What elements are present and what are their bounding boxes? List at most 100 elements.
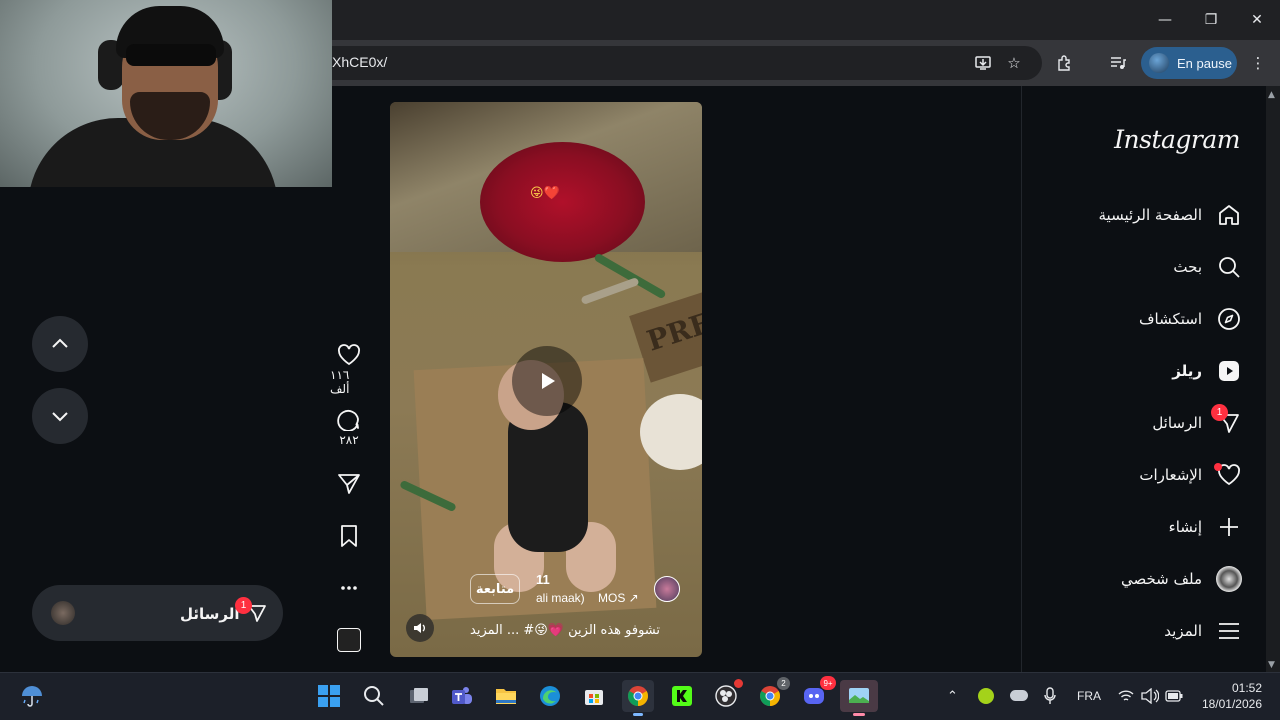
- sidebar-item-messages[interactable]: 1 الرسائل: [1152, 404, 1242, 438]
- more-menu-icon[interactable]: ⋮: [1247, 52, 1269, 74]
- sidebar-item-home[interactable]: الصفحة الرئيسية: [1099, 200, 1243, 230]
- sidebar-item-notifications[interactable]: الإشعارات: [1139, 460, 1242, 490]
- reel-helmet: [640, 394, 702, 470]
- sidebar-item-label: الرسائل: [1152, 414, 1202, 432]
- comment-action[interactable]: ٢٨٢: [330, 407, 368, 447]
- play-icon: [542, 373, 555, 389]
- sidebar-item-explore[interactable]: استكشاف: [1139, 304, 1242, 334]
- extensions-icon[interactable]: [1054, 52, 1076, 74]
- cloud-icon[interactable]: [1010, 690, 1028, 701]
- minimize-icon[interactable]: —: [1142, 0, 1188, 40]
- instagram-logo[interactable]: Instagram: [1114, 125, 1240, 154]
- menu-icon: [1216, 618, 1242, 644]
- reel-caption[interactable]: تشوفو هذه الزين 💗😜# ... المزيد: [470, 623, 660, 638]
- chrome-profile-badge: 2: [777, 677, 790, 690]
- reel-video[interactable]: 😜❤️ PRE متابعة 11 ali maak) MOS ↗ تشوفو …: [390, 102, 702, 657]
- profile-status-label: En pause: [1177, 55, 1232, 71]
- share-action[interactable]: [330, 472, 368, 496]
- save-action[interactable]: [330, 524, 368, 548]
- wifi-icon[interactable]: [1118, 689, 1134, 703]
- microphone-icon[interactable]: [1043, 687, 1057, 705]
- webcam-person-mask: [126, 44, 216, 66]
- bookmark-icon: [341, 525, 357, 547]
- reel-audio-title[interactable]: ali maak): [536, 591, 585, 605]
- kick-icon[interactable]: [666, 680, 698, 712]
- file-explorer-icon[interactable]: [490, 680, 522, 712]
- profile-avatar-icon: [1216, 566, 1242, 592]
- scroll-up-arrow-icon[interactable]: ▲: [1268, 90, 1275, 100]
- weather-icon[interactable]: [16, 680, 48, 712]
- reel-author-name[interactable]: MOS ↗: [598, 591, 639, 605]
- start-icon[interactable]: [313, 680, 345, 712]
- sidebar-item-reels[interactable]: ريلز: [1172, 356, 1242, 386]
- discord-icon[interactable]: 9+: [798, 676, 836, 712]
- chrome-profile-icon[interactable]: 2: [754, 677, 790, 712]
- chrome-icon[interactable]: [622, 680, 654, 716]
- sidebar-item-label: بحث: [1173, 258, 1202, 276]
- tray-app-icon[interactable]: [978, 688, 994, 704]
- teams-icon[interactable]: [446, 680, 478, 712]
- close-icon[interactable]: ✕: [1234, 0, 1280, 40]
- chevron-up-icon: [52, 338, 68, 348]
- home-icon: [1216, 202, 1242, 228]
- comment-count: ٢٨٢: [339, 433, 359, 447]
- address-bar[interactable]: [300, 46, 1042, 80]
- follow-button[interactable]: متابعة: [470, 574, 520, 604]
- reel-overlay-emoji: 😜❤️: [530, 186, 560, 201]
- next-reel-button[interactable]: [32, 388, 88, 444]
- restore-icon[interactable]: ❐: [1188, 0, 1234, 40]
- more-options-action[interactable]: [330, 578, 368, 598]
- reel-author-avatar[interactable]: [654, 576, 680, 602]
- profile-avatar: [1149, 53, 1169, 73]
- sidebar-item-create[interactable]: إنشاء: [1169, 512, 1242, 542]
- search-icon[interactable]: [358, 680, 390, 712]
- sidebar-item-search[interactable]: بحث: [1173, 252, 1242, 282]
- comment-icon: [337, 410, 359, 431]
- clock-time[interactable]: 01:52: [1200, 681, 1262, 695]
- previous-reel-button[interactable]: [32, 316, 88, 372]
- clock-date[interactable]: 18/01/2026: [1196, 697, 1262, 711]
- original-audio-thumbnail[interactable]: [337, 628, 361, 652]
- page-scrollbar[interactable]: [1266, 86, 1280, 672]
- sidebar-item-label: المزيد: [1164, 622, 1202, 640]
- more-dots-icon: [341, 586, 357, 590]
- play-button[interactable]: [512, 346, 582, 416]
- reel-tool-screwdriver: [580, 276, 640, 306]
- sidebar-item-label: إنشاء: [1168, 518, 1202, 536]
- notification-dot: [1214, 463, 1222, 471]
- photos-icon[interactable]: [840, 680, 878, 716]
- scroll-down-arrow-icon[interactable]: ▼: [1268, 660, 1275, 670]
- media-controls-icon[interactable]: [1107, 52, 1129, 74]
- edge-icon[interactable]: [534, 680, 566, 712]
- reel-count: 11: [536, 572, 550, 587]
- profile-paused-button[interactable]: En pause: [1141, 47, 1237, 79]
- obs-icon[interactable]: [710, 679, 743, 712]
- speaker-icon: [414, 623, 425, 633]
- messages-badge: 1: [1211, 404, 1228, 421]
- tray-overflow-chevron-icon[interactable]: ⌃: [947, 688, 958, 704]
- like-action[interactable]: ١١٦ ألف: [330, 344, 368, 396]
- reels-icon: [1216, 358, 1242, 384]
- sidebar-item-more[interactable]: المزيد: [1164, 616, 1242, 646]
- like-count: ١١٦ ألف: [330, 368, 350, 396]
- active-app-indicator: [633, 713, 643, 716]
- language-indicator[interactable]: FRA: [1077, 689, 1101, 703]
- messages-floating-label: الرسائل: [180, 605, 240, 623]
- task-view-icon[interactable]: [403, 680, 435, 712]
- compass-icon: [1216, 306, 1242, 332]
- sidebar-item-profile[interactable]: ملف شخصي: [1121, 564, 1242, 594]
- messages-float-badge: 1: [235, 597, 252, 614]
- install-app-icon[interactable]: [972, 52, 994, 74]
- window-controls: — ❐ ✕: [1142, 0, 1280, 40]
- screen: — ❐ ✕ ☆ En pause ⋮ XhCE0x/ الرسائل 1 😜❤️…: [0, 0, 1280, 720]
- volume-icon[interactable]: [1141, 688, 1159, 704]
- reel-red-highlight: [480, 142, 645, 262]
- store-icon[interactable]: [578, 680, 610, 712]
- share-icon: [338, 474, 360, 494]
- sidebar-item-label: الإشعارات: [1139, 466, 1202, 484]
- battery-icon[interactable]: [1165, 690, 1183, 702]
- url-text: XhCE0x/: [332, 54, 388, 70]
- mute-button[interactable]: [406, 614, 434, 642]
- sidebar-item-label: ملف شخصي: [1120, 570, 1202, 588]
- bookmark-star-icon[interactable]: ☆: [1003, 52, 1025, 74]
